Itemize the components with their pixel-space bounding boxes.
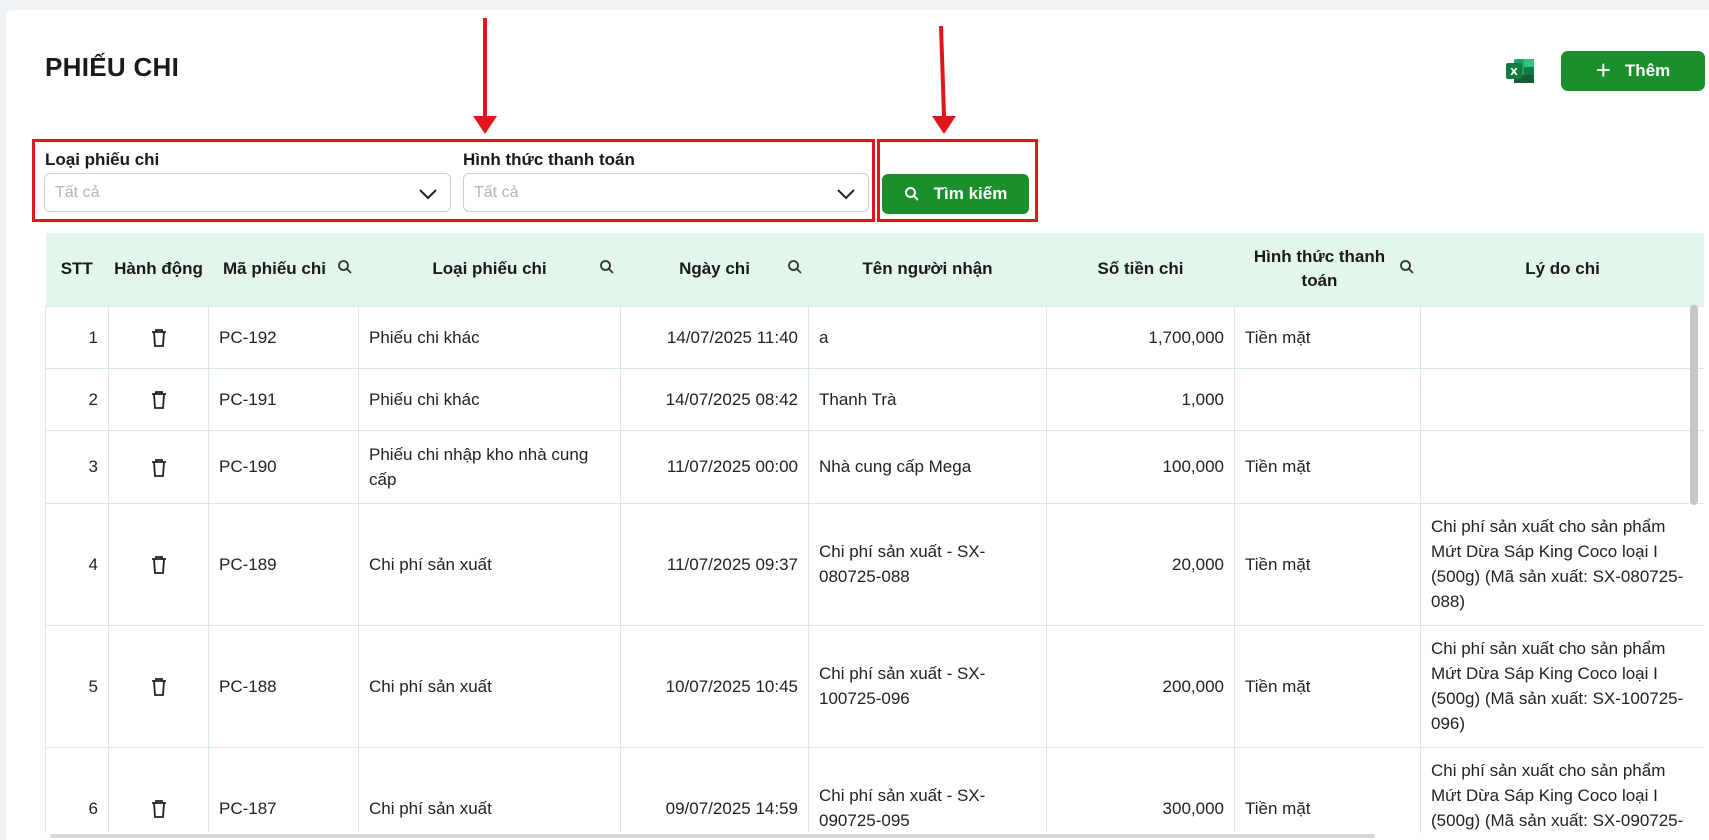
receipts-table: STT Hành động Mã phiếu chi Loại phiếu ch… bbox=[45, 233, 1704, 833]
col-header-payment-label: Hình thức thanh toán bbox=[1253, 247, 1386, 291]
cell-payment: Tiền mặt bbox=[1234, 502, 1421, 626]
table-row[interactable]: 3 PC-190 Phiếu chi nhập kho nhà cung cấp… bbox=[45, 429, 1704, 504]
col-header-action: Hành động bbox=[108, 233, 209, 306]
svg-text:X: X bbox=[1510, 67, 1518, 78]
table-row[interactable]: 1 PC-192 Phiếu chi khác 14/07/2025 11:40… bbox=[45, 305, 1704, 369]
col-header-type: Loại phiếu chi bbox=[358, 233, 621, 306]
cell-code: PC-192 bbox=[208, 305, 359, 369]
cell-reason bbox=[1420, 429, 1704, 504]
cell-type: Phiếu chi khác bbox=[358, 367, 621, 431]
cell-date: 11/07/2025 00:00 bbox=[620, 429, 809, 504]
cell-stt: 1 bbox=[45, 305, 109, 369]
horizontal-scrollbar[interactable] bbox=[50, 834, 1375, 838]
search-icon[interactable] bbox=[787, 259, 803, 275]
cell-type: Phiếu chi nhập kho nhà cung cấp bbox=[358, 429, 621, 504]
trash-icon[interactable] bbox=[150, 555, 168, 575]
cell-amount: 200,000 bbox=[1046, 624, 1235, 748]
cell-action bbox=[108, 746, 209, 833]
col-header-date-label: Ngày chi bbox=[679, 259, 750, 279]
col-header-amount: Số tiền chi bbox=[1046, 233, 1235, 306]
cell-receiver: Chi phí sản xuất - SX-090725-095 bbox=[808, 746, 1047, 833]
cell-date: 14/07/2025 08:42 bbox=[620, 367, 809, 431]
cell-code: PC-191 bbox=[208, 367, 359, 431]
cell-amount: 1,700,000 bbox=[1046, 305, 1235, 369]
cell-payment: Tiền mặt bbox=[1234, 746, 1421, 833]
col-header-date: Ngày chi bbox=[620, 233, 809, 306]
table-row[interactable]: 6 PC-187 Chi phí sản xuất 09/07/2025 14:… bbox=[45, 746, 1704, 833]
trash-icon[interactable] bbox=[150, 390, 168, 410]
col-header-code: Mã phiếu chi bbox=[208, 233, 359, 306]
cell-amount: 1,000 bbox=[1046, 367, 1235, 431]
cell-payment: Tiền mặt bbox=[1234, 429, 1421, 504]
cell-stt: 3 bbox=[45, 429, 109, 504]
cell-reason: Chi phí sản xuất cho sản phẩm Mứt Dừa Sá… bbox=[1420, 624, 1704, 748]
cell-date: 09/07/2025 14:59 bbox=[620, 746, 809, 833]
table-row[interactable]: 4 PC-189 Chi phí sản xuất 11/07/2025 09:… bbox=[45, 502, 1704, 626]
col-header-reason: Lý do chi bbox=[1420, 233, 1704, 306]
cell-payment bbox=[1234, 367, 1421, 431]
annotation-box-search bbox=[877, 139, 1038, 222]
col-header-payment: Hình thức thanh toán bbox=[1234, 233, 1421, 306]
table-row[interactable]: 5 PC-188 Chi phí sản xuất 10/07/2025 10:… bbox=[45, 624, 1704, 748]
add-button[interactable]: + Thêm bbox=[1561, 51, 1705, 91]
excel-export-button[interactable]: X bbox=[1505, 57, 1535, 85]
add-button-label: Thêm bbox=[1624, 61, 1671, 80]
table-header-row: STT Hành động Mã phiếu chi Loại phiếu ch… bbox=[45, 233, 1704, 306]
plus-icon: + bbox=[1595, 54, 1611, 85]
cell-reason bbox=[1420, 305, 1704, 369]
annotation-arrow bbox=[932, 25, 956, 134]
cell-receiver: Nhà cung cấp Mega bbox=[808, 429, 1047, 504]
trash-icon[interactable] bbox=[150, 458, 168, 478]
cell-code: PC-188 bbox=[208, 624, 359, 748]
cell-type: Phiếu chi khác bbox=[358, 305, 621, 369]
cell-action bbox=[108, 429, 209, 504]
cell-receiver: a bbox=[808, 305, 1047, 369]
cell-date: 10/07/2025 10:45 bbox=[620, 624, 809, 748]
cell-reason: Chi phí sản xuất cho sản phẩm Mứt Dừa Sá… bbox=[1420, 746, 1704, 833]
search-icon[interactable] bbox=[337, 259, 353, 275]
cell-type: Chi phí sản xuất bbox=[358, 502, 621, 626]
cell-amount: 300,000 bbox=[1046, 746, 1235, 833]
cell-type: Chi phí sản xuất bbox=[358, 624, 621, 748]
cell-stt: 6 bbox=[45, 746, 109, 833]
col-header-type-label: Loại phiếu chi bbox=[432, 259, 547, 279]
cell-reason bbox=[1420, 367, 1704, 431]
cell-receiver: Chi phí sản xuất - SX-100725-096 bbox=[808, 624, 1047, 748]
vertical-scrollbar[interactable] bbox=[1690, 305, 1698, 505]
cell-stt: 4 bbox=[45, 502, 109, 626]
page-title: PHIẾU CHI bbox=[45, 52, 180, 82]
search-icon[interactable] bbox=[1399, 259, 1415, 275]
excel-icon: X bbox=[1506, 59, 1534, 83]
cell-type: Chi phí sản xuất bbox=[358, 746, 621, 833]
trash-icon[interactable] bbox=[150, 799, 168, 819]
cell-payment: Tiền mặt bbox=[1234, 305, 1421, 369]
cell-date: 14/07/2025 11:40 bbox=[620, 305, 809, 369]
cell-action bbox=[108, 624, 209, 748]
trash-icon[interactable] bbox=[150, 677, 168, 697]
cell-code: PC-189 bbox=[208, 502, 359, 626]
cell-action bbox=[108, 502, 209, 626]
cell-reason: Chi phí sản xuất cho sản phẩm Mứt Dừa Sá… bbox=[1420, 502, 1704, 626]
cell-receiver: Thanh Trà bbox=[808, 367, 1047, 431]
cell-code: PC-190 bbox=[208, 429, 359, 504]
annotation-box-filters bbox=[32, 139, 875, 222]
cell-date: 11/07/2025 09:37 bbox=[620, 502, 809, 626]
cell-amount: 20,000 bbox=[1046, 502, 1235, 626]
col-header-stt: STT bbox=[45, 233, 109, 306]
cell-payment: Tiền mặt bbox=[1234, 624, 1421, 748]
trash-icon[interactable] bbox=[150, 328, 168, 348]
cell-receiver: Chi phí sản xuất - SX-080725-088 bbox=[808, 502, 1047, 626]
cell-code: PC-187 bbox=[208, 746, 359, 833]
annotation-arrow bbox=[473, 18, 497, 134]
table-row[interactable]: 2 PC-191 Phiếu chi khác 14/07/2025 08:42… bbox=[45, 367, 1704, 431]
col-header-code-label: Mã phiếu chi bbox=[223, 259, 326, 279]
search-icon[interactable] bbox=[599, 259, 615, 275]
cell-stt: 2 bbox=[45, 367, 109, 431]
cell-amount: 100,000 bbox=[1046, 429, 1235, 504]
col-header-receiver: Tên người nhận bbox=[808, 233, 1047, 306]
cell-action bbox=[108, 367, 209, 431]
cell-action bbox=[108, 305, 209, 369]
cell-stt: 5 bbox=[45, 624, 109, 748]
